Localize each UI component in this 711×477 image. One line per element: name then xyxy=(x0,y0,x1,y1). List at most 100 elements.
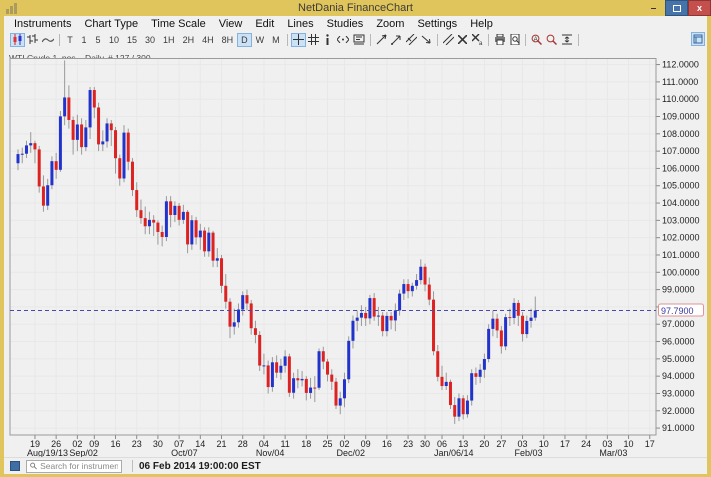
window-title: NetDania FinanceChart xyxy=(0,2,711,14)
svg-text:Sep/02: Sep/02 xyxy=(69,448,98,457)
panel-toggle-icon[interactable] xyxy=(10,461,20,471)
timeframe-30m-button[interactable]: 30 xyxy=(141,33,159,47)
fit-scale-button[interactable] xyxy=(559,33,575,47)
svg-text:92.0000: 92.0000 xyxy=(662,406,695,416)
svg-text:111.0000: 111.0000 xyxy=(662,77,698,87)
ohlc-bars-icon xyxy=(27,34,38,45)
svg-text:10: 10 xyxy=(539,439,549,449)
info-button[interactable] xyxy=(321,33,335,47)
minimize-button[interactable]: – xyxy=(642,0,665,16)
zoom-in-button[interactable]: A xyxy=(529,33,544,47)
ray-line-icon xyxy=(391,34,402,45)
svg-text:Nov/04: Nov/04 xyxy=(256,448,285,457)
candlestick-icon xyxy=(12,34,23,45)
timeframe-1h-button[interactable]: 1H xyxy=(159,33,179,47)
page-preview-icon xyxy=(510,34,520,45)
zoom-out-icon xyxy=(546,34,557,45)
scroll-mode-button[interactable] xyxy=(335,33,351,47)
maximize-button[interactable] xyxy=(665,0,688,16)
ray-line-tool-button[interactable] xyxy=(389,33,404,47)
trend-line-icon xyxy=(376,34,387,45)
menu-instruments[interactable]: Instruments xyxy=(14,18,71,30)
svg-text:103.0000: 103.0000 xyxy=(662,215,700,225)
dock-panel-button[interactable] xyxy=(691,32,705,46)
period-month-button[interactable]: M xyxy=(268,33,284,47)
ohlc-bars-button[interactable] xyxy=(25,33,40,47)
svg-text:09: 09 xyxy=(361,439,371,449)
timeframe-1m-button[interactable]: 1 xyxy=(77,33,91,47)
menu-zoom[interactable]: Zoom xyxy=(376,18,404,30)
menu-chart-type[interactable]: Chart Type xyxy=(84,18,138,30)
crosshair-button[interactable] xyxy=(291,33,306,47)
value-labels-button[interactable] xyxy=(351,33,367,47)
menu-studies[interactable]: Studies xyxy=(327,18,364,30)
status-separator xyxy=(132,460,133,472)
timeframe-4h-button[interactable]: 4H xyxy=(198,33,218,47)
print-preview-button[interactable] xyxy=(508,33,522,47)
close-button[interactable]: x xyxy=(688,0,711,16)
svg-text:100.0000: 100.0000 xyxy=(662,267,700,277)
svg-text:30: 30 xyxy=(153,439,163,449)
svg-text:26: 26 xyxy=(51,439,61,449)
printer-icon xyxy=(494,34,506,45)
timeframe-8h-button[interactable]: 8H xyxy=(218,33,238,47)
delete-line-button[interactable] xyxy=(456,33,470,47)
svg-text:96.0000: 96.0000 xyxy=(662,337,695,347)
instrument-search-box[interactable] xyxy=(26,460,122,473)
line-chart-button[interactable] xyxy=(40,33,56,47)
svg-text:24: 24 xyxy=(581,439,591,449)
menu-lines[interactable]: Lines xyxy=(287,18,313,30)
svg-text:17: 17 xyxy=(645,439,655,449)
period-day-button[interactable]: D xyxy=(237,33,252,47)
delete-all-lines-button[interactable]: a xyxy=(470,33,485,47)
timeframe-tick-button[interactable]: T xyxy=(63,33,77,47)
zoom-in-icon: A xyxy=(531,34,542,45)
svg-text:14: 14 xyxy=(195,439,205,449)
zoom-out-button[interactable] xyxy=(544,33,559,47)
svg-text:23: 23 xyxy=(132,439,142,449)
angle-lines-button[interactable] xyxy=(441,33,456,47)
price-chart[interactable]: 91.000092.000093.000094.000095.000096.00… xyxy=(4,58,707,457)
svg-text:94.0000: 94.0000 xyxy=(662,371,695,381)
svg-text:99.0000: 99.0000 xyxy=(662,285,695,295)
menu-time-scale[interactable]: Time Scale xyxy=(151,18,206,30)
toolbar: T 1 5 10 15 30 1H 2H 4H 8H D W M xyxy=(4,31,707,48)
app-window: NetDania FinanceChart – x Instruments Ch… xyxy=(0,0,711,477)
svg-text:97.7900: 97.7900 xyxy=(661,306,694,316)
svg-text:Dec/02: Dec/02 xyxy=(336,448,365,457)
timeframe-2h-button[interactable]: 2H xyxy=(179,33,199,47)
pin-icon xyxy=(693,34,703,44)
arrow-line-tool-button[interactable] xyxy=(419,33,434,47)
search-input[interactable] xyxy=(40,461,118,471)
svg-text:Aug/19/13: Aug/19/13 xyxy=(27,448,68,457)
timeframe-10m-button[interactable]: 10 xyxy=(105,33,123,47)
svg-text:109.0000: 109.0000 xyxy=(662,112,700,122)
menu-view[interactable]: View xyxy=(219,18,243,30)
horizontal-scroll-icon xyxy=(337,36,349,43)
menu-bar: Instruments Chart Type Time Scale View E… xyxy=(4,16,707,31)
svg-text:A: A xyxy=(533,37,537,43)
svg-text:106.0000: 106.0000 xyxy=(662,163,700,173)
menu-help[interactable]: Help xyxy=(470,18,493,30)
period-week-button[interactable]: W xyxy=(252,33,269,47)
grid-toggle-button[interactable] xyxy=(306,33,321,47)
svg-text:09: 09 xyxy=(89,439,99,449)
svg-text:104.0000: 104.0000 xyxy=(662,198,700,208)
print-button[interactable] xyxy=(492,33,508,47)
menu-edit[interactable]: Edit xyxy=(255,18,274,30)
timeframe-5m-button[interactable]: 5 xyxy=(91,33,105,47)
menu-settings[interactable]: Settings xyxy=(417,18,457,30)
channel-tool-button[interactable] xyxy=(404,33,419,47)
chart-label-row: WTI Crude 1. pos. , Daily, # 127 / 300 xyxy=(4,48,707,58)
svg-text:Mar/03: Mar/03 xyxy=(599,448,627,457)
svg-text:20: 20 xyxy=(479,439,489,449)
svg-text:108.0000: 108.0000 xyxy=(662,129,700,139)
status-bar: 06 Feb 2014 19:00:00 EST xyxy=(4,457,707,474)
svg-text:18: 18 xyxy=(301,439,311,449)
svg-text:10: 10 xyxy=(624,439,634,449)
timeframe-15m-button[interactable]: 15 xyxy=(123,33,141,47)
svg-text:16: 16 xyxy=(382,439,392,449)
svg-text:93.0000: 93.0000 xyxy=(662,388,695,398)
candlestick-chart-button[interactable] xyxy=(10,33,25,47)
trend-line-tool-button[interactable] xyxy=(374,33,389,47)
